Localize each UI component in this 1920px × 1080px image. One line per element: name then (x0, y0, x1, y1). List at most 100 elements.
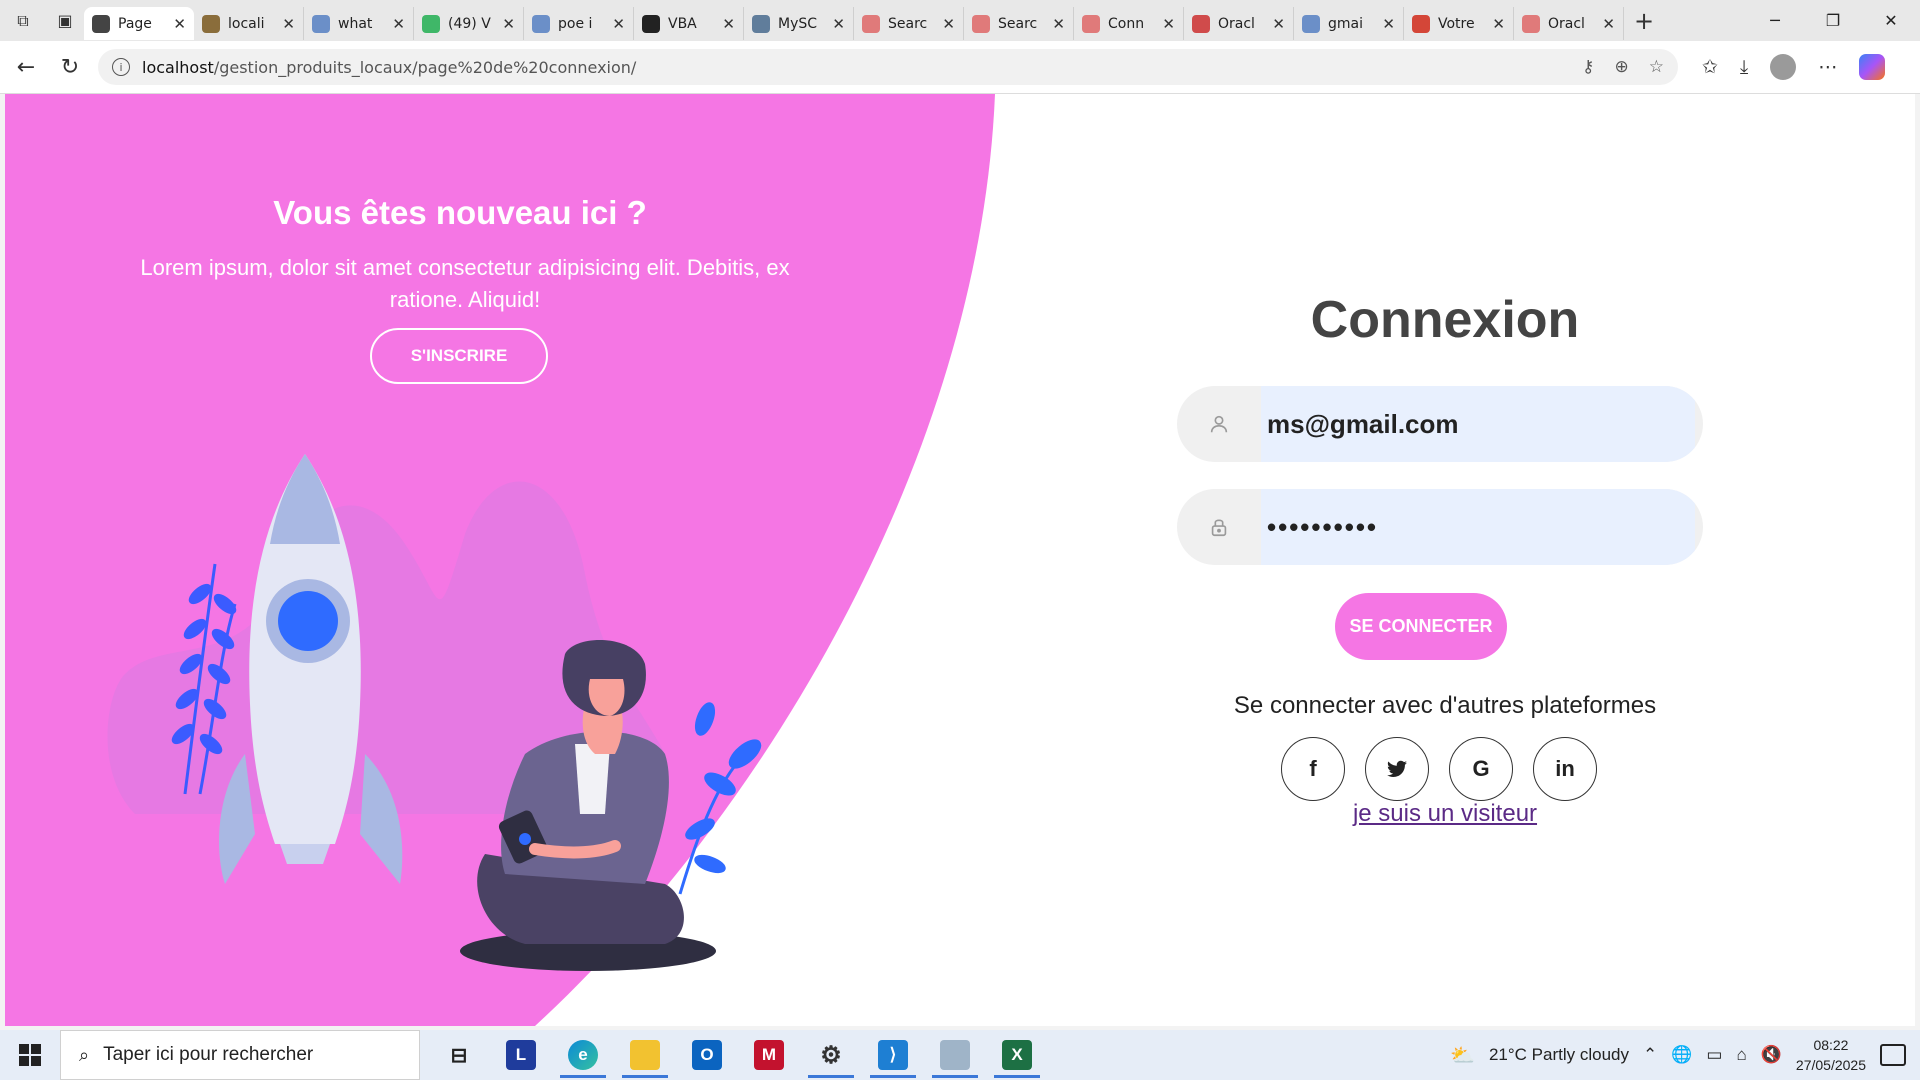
visitor-link[interactable]: je suis un visiteur (1065, 800, 1825, 828)
chevron-up-icon[interactable]: ⌃ (1643, 1045, 1657, 1065)
more-menu-icon[interactable]: ⋯ (1818, 56, 1837, 78)
file-explorer-icon[interactable] (614, 1030, 676, 1080)
close-tab-icon[interactable]: ✕ (502, 15, 515, 33)
oracle-icon (972, 14, 990, 33)
tab-title: gmai (1328, 15, 1363, 32)
outlook-icon[interactable]: O (676, 1030, 738, 1080)
browser-tab[interactable]: Conn ✕ (1074, 7, 1184, 40)
tab-list: Page ✕ locali ✕ what ✕ (49) V ✕ poe i ✕ VBA ✕ MySC ✕ S… (84, 1, 1624, 40)
task-view-icon[interactable]: ⊟ (428, 1030, 490, 1080)
back-icon[interactable]: ← (4, 49, 48, 85)
system-tray: ⛅ 21°C Partly cloudy ⌃ 🌐 ▭ ⌂ 🔇 08:22 27/… (1450, 1035, 1920, 1075)
mcafee-icon[interactable]: M (738, 1030, 800, 1080)
close-tab-icon[interactable]: ✕ (1272, 15, 1285, 33)
php-icon (202, 14, 220, 33)
settings-icon[interactable]: ⚙ (800, 1030, 862, 1080)
close-tab-icon[interactable]: ✕ (722, 15, 735, 33)
downloads-icon[interactable]: ⤓ (1740, 56, 1748, 78)
browser-tab[interactable]: locali ✕ (194, 7, 304, 40)
favorites-icon[interactable]: ✩ (1702, 56, 1718, 78)
taskbar-apps: ⊟ L e O M ⚙ ⟩ X (428, 1030, 1048, 1080)
browser-tab[interactable]: what ✕ (304, 7, 414, 40)
search-icon (532, 14, 550, 33)
clock-date: 27/05/2025 (1795, 1057, 1866, 1073)
url-field[interactable]: i localhost/gestion_produits_locaux/page… (98, 49, 1678, 85)
notifications-icon[interactable] (1880, 1044, 1906, 1066)
close-tab-icon[interactable]: ✕ (942, 15, 955, 33)
signup-panel: Vous êtes nouveau ici ? Lorem ipsum, dol… (5, 94, 905, 1026)
excel-icon[interactable]: X (986, 1030, 1048, 1080)
email-field[interactable] (1261, 386, 1695, 462)
google-icon[interactable]: G (1449, 737, 1513, 801)
oracle-icon (1522, 14, 1540, 33)
network-icon[interactable]: ⌂ (1736, 1045, 1746, 1065)
windows-start-icon[interactable] (0, 1044, 60, 1066)
browser-tab[interactable]: Oracl ✕ (1184, 7, 1294, 40)
close-tab-icon[interactable]: ✕ (612, 15, 625, 33)
signup-button[interactable]: S'INSCRIRE (370, 328, 548, 384)
close-tab-icon[interactable]: ✕ (392, 15, 405, 33)
clock[interactable]: 08:22 27/05/2025 (1796, 1035, 1866, 1075)
tab-title: Page (118, 15, 152, 32)
search-icon (1302, 14, 1320, 33)
zoom-icon[interactable]: ⊕ (1615, 57, 1629, 77)
browser-tab[interactable]: Searc ✕ (964, 7, 1074, 40)
battery-icon[interactable]: ▭ (1706, 1045, 1722, 1065)
browser-tab[interactable]: MySC ✕ (744, 7, 854, 40)
browser-tab[interactable]: Votre ✕ (1404, 7, 1514, 40)
browser-tab[interactable]: Searc ✕ (854, 7, 964, 40)
copilot-icon[interactable] (1859, 54, 1886, 80)
minimize-icon[interactable]: ─ (1746, 11, 1804, 30)
restore-icon[interactable]: ❐ (1804, 11, 1862, 30)
browser-tab-strip: ⧉ ▣ Page ✕ locali ✕ what ✕ (49) V ✕ poe i ✕ VBA ✕ My… (0, 0, 1920, 41)
plant-right (678, 702, 762, 895)
tab-title: what (338, 15, 373, 32)
close-tab-icon[interactable]: ✕ (1602, 15, 1615, 33)
password-field[interactable] (1261, 489, 1695, 565)
weather-icon[interactable]: ⛅ (1450, 1043, 1475, 1068)
edge-icon[interactable]: e (552, 1030, 614, 1080)
vscode-icon[interactable]: ⟩ (862, 1030, 924, 1080)
signup-title: Vous êtes nouveau ici ? (273, 194, 647, 231)
close-tab-icon[interactable]: ✕ (1162, 15, 1175, 33)
photos-icon[interactable] (924, 1030, 986, 1080)
linkedin-icon[interactable]: in (1533, 737, 1597, 801)
browser-tab[interactable]: (49) V ✕ (414, 7, 524, 40)
close-tab-icon[interactable]: ✕ (1492, 15, 1505, 33)
volume-muted-icon[interactable]: 🔇 (1761, 1045, 1782, 1065)
refresh-icon[interactable]: ↻ (48, 49, 92, 85)
site-info-icon[interactable]: i (112, 58, 130, 76)
tab-title: Searc (998, 15, 1038, 32)
browser-tab[interactable]: Oracl ✕ (1514, 7, 1624, 40)
browser-tab[interactable]: gmai ✕ (1294, 7, 1404, 40)
windows-taskbar: ⌕ Taper ici pour rechercher ⊟ L e O M ⚙ … (0, 1030, 1920, 1080)
favorite-star-icon[interactable]: ☆ (1649, 57, 1664, 77)
close-tab-icon[interactable]: ✕ (173, 15, 186, 33)
tab-title: locali (228, 15, 265, 32)
browser-tab[interactable]: VBA ✕ (634, 7, 744, 40)
browser-tab[interactable]: poe i ✕ (524, 7, 634, 40)
new-tab-button[interactable]: + (1624, 7, 1664, 35)
close-tab-icon[interactable]: ✕ (1052, 15, 1065, 33)
taskbar-search[interactable]: ⌕ Taper ici pour rechercher (60, 1030, 420, 1080)
close-tab-icon[interactable]: ✕ (832, 15, 845, 33)
password-field-wrapper (1177, 489, 1703, 565)
twitter-icon[interactable] (1365, 737, 1429, 801)
browser-tab[interactable]: Page ✕ (84, 7, 194, 40)
language-icon[interactable]: 🌐 (1671, 1045, 1692, 1065)
profile-avatar[interactable] (1770, 54, 1797, 80)
key-icon[interactable]: ⚷ (1582, 57, 1594, 77)
app-l-icon[interactable]: L (490, 1030, 552, 1080)
clock-time: 08:22 (1813, 1037, 1849, 1053)
close-tab-icon[interactable]: ✕ (282, 15, 295, 33)
close-window-icon[interactable]: ✕ (1862, 11, 1920, 30)
close-tab-icon[interactable]: ✕ (1382, 15, 1395, 33)
email-field-wrapper (1177, 386, 1703, 462)
gmail-icon (1412, 14, 1430, 33)
tab-title: VBA (668, 15, 697, 32)
vertical-tabs-icon[interactable]: ▣ (46, 4, 84, 38)
facebook-icon[interactable]: f (1281, 737, 1345, 801)
login-button[interactable]: SE CONNECTER (1335, 593, 1507, 660)
weather-text[interactable]: 21°C Partly cloudy (1489, 1045, 1629, 1065)
workspaces-icon[interactable]: ⧉ (4, 4, 42, 38)
